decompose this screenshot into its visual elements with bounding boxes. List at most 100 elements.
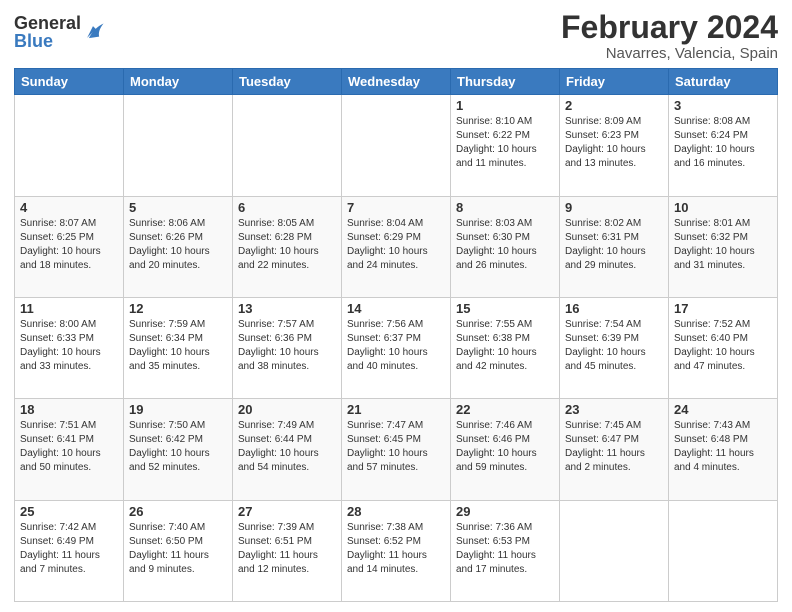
day-number: 2 bbox=[565, 98, 663, 113]
calendar-cell: 5Sunrise: 8:06 AM Sunset: 6:26 PM Daylig… bbox=[124, 196, 233, 297]
day-info: Sunrise: 8:08 AM Sunset: 6:24 PM Dayligh… bbox=[674, 115, 772, 171]
day-number: 4 bbox=[20, 200, 118, 215]
day-number: 10 bbox=[674, 200, 772, 215]
calendar-cell: 16 Sunrise: 7:54 AM Sunset: 6:39 PM Dayli… bbox=[560, 297, 669, 398]
day-number: 19 bbox=[129, 402, 227, 417]
calendar-cell: 27Sunrise: 7:39 AM Sunset: 6:51 PM Dayli… bbox=[233, 500, 342, 601]
calendar-cell: 7 Sunrise: 8:04 AM Sunset: 6:29 PM Daylig… bbox=[342, 196, 451, 297]
calendar-header-row: Sunday Monday Tuesday Wednesday Thursday… bbox=[15, 69, 778, 95]
calendar-cell: 12 Sunrise: 7:59 AM Sunset: 6:34 PM Dayli… bbox=[124, 297, 233, 398]
col-tuesday: Tuesday bbox=[233, 69, 342, 95]
calendar-cell: 19 Sunrise: 7:50 AM Sunset: 6:42 PM Dayli… bbox=[124, 399, 233, 500]
day-number: 15 bbox=[456, 301, 554, 316]
week-row-4: 18Sunrise: 7:51 AM Sunset: 6:41 PM Dayli… bbox=[15, 399, 778, 500]
day-info: Sunrise: 7:49 AM Sunset: 6:44 PM Dayligh… bbox=[238, 419, 336, 475]
calendar-cell bbox=[669, 500, 778, 601]
day-info: Sunrise: 8:07 AM Sunset: 6:25 PM Dayligh… bbox=[20, 217, 118, 273]
day-info: Sunrise: 7:55 AM Sunset: 6:38 PM Dayligh… bbox=[456, 318, 554, 374]
calendar-cell: 24 Sunrise: 7:43 AM Sunset: 6:48 PM Dayli… bbox=[669, 399, 778, 500]
calendar-cell: 14 Sunrise: 7:56 AM Sunset: 6:37 PM Dayli… bbox=[342, 297, 451, 398]
day-info: Sunrise: 8:04 AM Sunset: 6:29 PM Dayligh… bbox=[347, 217, 445, 273]
logo-blue: Blue bbox=[14, 32, 81, 50]
logo: General Blue bbox=[14, 14, 105, 50]
day-number: 6 bbox=[238, 200, 336, 215]
day-number: 26 bbox=[129, 504, 227, 519]
calendar-cell: 22 Sunrise: 7:46 AM Sunset: 6:46 PM Dayli… bbox=[451, 399, 560, 500]
day-number: 16 bbox=[565, 301, 663, 316]
day-number: 29 bbox=[456, 504, 554, 519]
calendar-cell: 23 Sunrise: 7:45 AM Sunset: 6:47 PM Dayli… bbox=[560, 399, 669, 500]
day-info: Sunrise: 8:09 AM Sunset: 6:23 PM Dayligh… bbox=[565, 115, 663, 171]
col-sunday: Sunday bbox=[15, 69, 124, 95]
day-number: 9 bbox=[565, 200, 663, 215]
day-info: Sunrise: 7:52 AM Sunset: 6:40 PM Dayligh… bbox=[674, 318, 772, 374]
day-info: Sunrise: 7:43 AM Sunset: 6:48 PM Dayligh… bbox=[674, 419, 772, 475]
day-number: 14 bbox=[347, 301, 445, 316]
week-row-2: 4 Sunrise: 8:07 AM Sunset: 6:25 PM Daylig… bbox=[15, 196, 778, 297]
logo-general: General bbox=[14, 14, 81, 32]
day-number: 24 bbox=[674, 402, 772, 417]
calendar-cell bbox=[233, 95, 342, 196]
day-number: 17 bbox=[674, 301, 772, 316]
title-block: February 2024 Navarres, Valencia, Spain bbox=[561, 10, 778, 62]
day-info: Sunrise: 7:57 AM Sunset: 6:36 PM Dayligh… bbox=[238, 318, 336, 374]
calendar-cell: 17 Sunrise: 7:52 AM Sunset: 6:40 PM Dayli… bbox=[669, 297, 778, 398]
main-title: February 2024 bbox=[561, 10, 778, 45]
day-number: 27 bbox=[238, 504, 336, 519]
calendar-cell: 18Sunrise: 7:51 AM Sunset: 6:41 PM Dayli… bbox=[15, 399, 124, 500]
calendar-cell: 6 Sunrise: 8:05 AM Sunset: 6:28 PM Daylig… bbox=[233, 196, 342, 297]
day-info: Sunrise: 7:50 AM Sunset: 6:42 PM Dayligh… bbox=[129, 419, 227, 475]
day-number: 1 bbox=[456, 98, 554, 113]
calendar-cell: 28Sunrise: 7:38 AM Sunset: 6:52 PM Dayli… bbox=[342, 500, 451, 601]
logo-bird-icon bbox=[83, 22, 105, 44]
day-info: Sunrise: 8:05 AM Sunset: 6:28 PM Dayligh… bbox=[238, 217, 336, 273]
calendar-cell: 20 Sunrise: 7:49 AM Sunset: 6:44 PM Dayli… bbox=[233, 399, 342, 500]
day-info: Sunrise: 8:01 AM Sunset: 6:32 PM Dayligh… bbox=[674, 217, 772, 273]
day-info: Sunrise: 7:36 AM Sunset: 6:53 PM Dayligh… bbox=[456, 521, 554, 577]
calendar-cell: 13Sunrise: 7:57 AM Sunset: 6:36 PM Dayli… bbox=[233, 297, 342, 398]
day-info: Sunrise: 7:56 AM Sunset: 6:37 PM Dayligh… bbox=[347, 318, 445, 374]
day-info: Sunrise: 7:54 AM Sunset: 6:39 PM Dayligh… bbox=[565, 318, 663, 374]
day-info: Sunrise: 7:46 AM Sunset: 6:46 PM Dayligh… bbox=[456, 419, 554, 475]
day-info: Sunrise: 8:03 AM Sunset: 6:30 PM Dayligh… bbox=[456, 217, 554, 273]
day-info: Sunrise: 8:00 AM Sunset: 6:33 PM Dayligh… bbox=[20, 318, 118, 374]
day-number: 3 bbox=[674, 98, 772, 113]
week-row-5: 25Sunrise: 7:42 AM Sunset: 6:49 PM Dayli… bbox=[15, 500, 778, 601]
day-number: 20 bbox=[238, 402, 336, 417]
calendar-cell: 11 Sunrise: 8:00 AM Sunset: 6:33 PM Dayli… bbox=[15, 297, 124, 398]
calendar-cell: 8Sunrise: 8:03 AM Sunset: 6:30 PM Daylig… bbox=[451, 196, 560, 297]
calendar-cell: 10 Sunrise: 8:01 AM Sunset: 6:32 PM Dayli… bbox=[669, 196, 778, 297]
calendar-cell bbox=[342, 95, 451, 196]
day-info: Sunrise: 8:10 AM Sunset: 6:22 PM Dayligh… bbox=[456, 115, 554, 171]
day-number: 11 bbox=[20, 301, 118, 316]
calendar-cell: 29 Sunrise: 7:36 AM Sunset: 6:53 PM Dayli… bbox=[451, 500, 560, 601]
col-thursday: Thursday bbox=[451, 69, 560, 95]
day-info: Sunrise: 7:59 AM Sunset: 6:34 PM Dayligh… bbox=[129, 318, 227, 374]
day-info: Sunrise: 7:47 AM Sunset: 6:45 PM Dayligh… bbox=[347, 419, 445, 475]
logo-text: General Blue bbox=[14, 14, 81, 50]
day-info: Sunrise: 8:06 AM Sunset: 6:26 PM Dayligh… bbox=[129, 217, 227, 273]
week-row-1: 1 Sunrise: 8:10 AM Sunset: 6:22 PM Daylig… bbox=[15, 95, 778, 196]
col-monday: Monday bbox=[124, 69, 233, 95]
day-number: 12 bbox=[129, 301, 227, 316]
day-info: Sunrise: 7:38 AM Sunset: 6:52 PM Dayligh… bbox=[347, 521, 445, 577]
page: General Blue February 2024 Navarres, Val… bbox=[0, 0, 792, 612]
day-info: Sunrise: 7:51 AM Sunset: 6:41 PM Dayligh… bbox=[20, 419, 118, 475]
calendar-cell: 26 Sunrise: 7:40 AM Sunset: 6:50 PM Dayli… bbox=[124, 500, 233, 601]
day-number: 7 bbox=[347, 200, 445, 215]
header: General Blue February 2024 Navarres, Val… bbox=[14, 10, 778, 62]
day-number: 25 bbox=[20, 504, 118, 519]
week-row-3: 11 Sunrise: 8:00 AM Sunset: 6:33 PM Dayli… bbox=[15, 297, 778, 398]
calendar-cell: 4 Sunrise: 8:07 AM Sunset: 6:25 PM Daylig… bbox=[15, 196, 124, 297]
calendar-cell bbox=[15, 95, 124, 196]
day-info: Sunrise: 7:45 AM Sunset: 6:47 PM Dayligh… bbox=[565, 419, 663, 475]
day-info: Sunrise: 7:40 AM Sunset: 6:50 PM Dayligh… bbox=[129, 521, 227, 577]
day-number: 23 bbox=[565, 402, 663, 417]
day-number: 22 bbox=[456, 402, 554, 417]
day-info: Sunrise: 8:02 AM Sunset: 6:31 PM Dayligh… bbox=[565, 217, 663, 273]
calendar-cell: 3 Sunrise: 8:08 AM Sunset: 6:24 PM Daylig… bbox=[669, 95, 778, 196]
col-friday: Friday bbox=[560, 69, 669, 95]
calendar-cell bbox=[124, 95, 233, 196]
col-saturday: Saturday bbox=[669, 69, 778, 95]
col-wednesday: Wednesday bbox=[342, 69, 451, 95]
